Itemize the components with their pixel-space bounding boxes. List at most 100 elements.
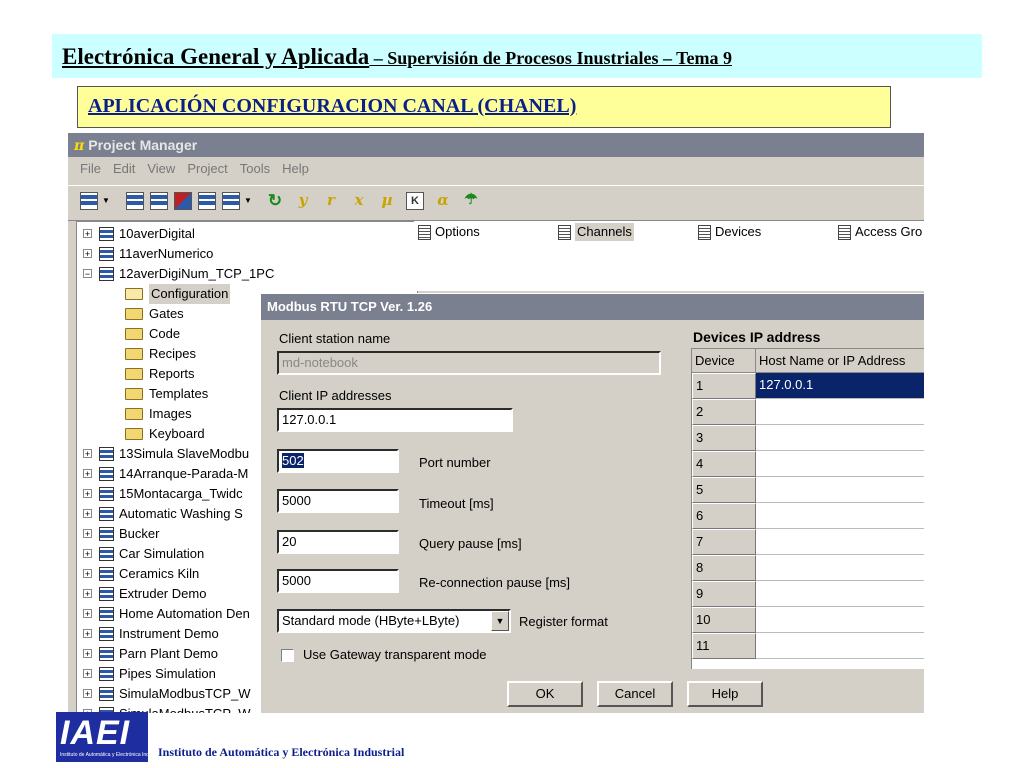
menu-tools[interactable]: Tools xyxy=(234,157,276,181)
expand-icon[interactable]: + xyxy=(83,649,92,659)
timeout-field[interactable]: 5000 xyxy=(277,489,399,513)
expand-icon[interactable]: + xyxy=(83,549,92,559)
box-icon[interactable]: K xyxy=(406,192,424,210)
device-host-cell[interactable] xyxy=(756,503,924,529)
copy-project-icon[interactable] xyxy=(198,192,216,210)
refresh-icon[interactable]: ↻ xyxy=(266,192,284,210)
project-icon xyxy=(99,687,114,701)
expand-icon[interactable]: + xyxy=(83,689,92,699)
expand-icon[interactable]: + xyxy=(83,509,92,519)
menu-file[interactable]: File xyxy=(68,157,107,181)
dialog-title: Modbus RTU TCP Ver. 1.26 xyxy=(261,294,924,320)
device-host-cell[interactable] xyxy=(756,529,924,555)
chevron-down-icon[interactable]: ▼ xyxy=(491,611,509,631)
config-item-access-gro[interactable]: Access Gro xyxy=(838,223,924,241)
tree-item-label: Car Simulation xyxy=(119,546,205,561)
tree-item-label: Parn Plant Demo xyxy=(119,646,218,661)
config-item-devices[interactable]: Devices xyxy=(698,223,818,241)
project-manager-window: π Project Manager File Edit View Project Tool… xyxy=(68,133,924,713)
delete-project-icon[interactable] xyxy=(174,192,192,210)
open-project-icon[interactable] xyxy=(150,192,168,210)
tree-item-label: Automatic Washing S xyxy=(119,506,243,521)
expand-icon[interactable]: + xyxy=(83,229,92,239)
slide-header: Electrónica General y Aplicada – Supervi… xyxy=(52,34,982,78)
device-host-cell[interactable] xyxy=(756,633,924,659)
tree-item-label: 14Arranque-Parada-M xyxy=(119,466,249,481)
chevron-down-icon[interactable]: ▼ xyxy=(244,196,252,205)
gateway-checkbox[interactable] xyxy=(281,649,294,662)
slide-header-main: Electrónica General y Aplicada xyxy=(62,44,370,69)
tree-item-label: Bucker xyxy=(119,526,160,541)
query-pause-field[interactable]: 20 xyxy=(277,530,399,554)
register-format-select[interactable]: Standard mode (HByte+LByte) ▼ xyxy=(277,609,511,633)
device-number-cell: 9 xyxy=(692,581,756,607)
devices-ip-table: Device Host Name or IP Address 1 127.0.0.… xyxy=(691,348,924,669)
tree-item-label: 12averDigiNum_TCP_1PC xyxy=(119,266,275,281)
client-station-field[interactable]: md-notebook xyxy=(277,351,661,375)
tool-mu-icon[interactable]: µ xyxy=(378,192,396,210)
tree-item-label: 10averDigital xyxy=(119,226,195,241)
export-project-icon[interactable] xyxy=(222,192,240,210)
tool-c-icon[interactable]: x xyxy=(350,192,368,210)
config-item-options[interactable]: Options xyxy=(418,223,538,241)
client-ip-field[interactable]: 127.0.0.1 xyxy=(277,408,513,432)
tree-item[interactable]: − 12averDigiNum_TCP_1PC xyxy=(77,264,417,284)
client-ip-label: Client IP addresses xyxy=(279,388,392,403)
menu-help[interactable]: Help xyxy=(276,157,315,181)
logo-subtext: Instituto de Automática y Electrónica In… xyxy=(60,752,163,758)
port-number-value: 502 xyxy=(282,453,304,468)
device-number-cell: 7 xyxy=(692,529,756,555)
pi-logo-icon: π xyxy=(74,138,85,154)
project-icon xyxy=(99,507,114,521)
device-host-cell[interactable] xyxy=(756,477,924,503)
device-host-cell[interactable] xyxy=(756,555,924,581)
config-item-label: Access Gro xyxy=(855,224,923,239)
tree-item-label: Templates xyxy=(149,386,209,401)
expand-icon[interactable]: + xyxy=(83,589,92,599)
device-host-cell[interactable] xyxy=(756,451,924,477)
device-host-cell[interactable] xyxy=(756,581,924,607)
menu-edit[interactable]: Edit xyxy=(107,157,141,181)
expand-icon[interactable]: + xyxy=(83,249,92,259)
device-host-cell[interactable] xyxy=(756,399,924,425)
expand-icon[interactable]: + xyxy=(83,529,92,539)
device-number-cell: 4 xyxy=(692,451,756,477)
device-host-cell[interactable] xyxy=(756,425,924,451)
expand-icon[interactable]: + xyxy=(83,669,92,679)
help-button[interactable]: Help xyxy=(687,681,763,707)
project-icon xyxy=(99,527,114,541)
expand-icon[interactable]: + xyxy=(83,449,92,459)
config-item-channels[interactable]: Channels xyxy=(558,223,678,241)
menu-project[interactable]: Project xyxy=(181,157,233,181)
collapse-icon[interactable]: − xyxy=(83,269,92,279)
port-number-field[interactable]: 502 xyxy=(277,449,399,473)
register-format-value: Standard mode (HByte+LByte) xyxy=(282,613,460,628)
expand-icon[interactable]: + xyxy=(83,569,92,579)
menu-view[interactable]: View xyxy=(141,157,181,181)
project-icon xyxy=(99,227,114,241)
tool-alpha-icon[interactable]: α xyxy=(434,192,452,210)
expand-icon[interactable]: + xyxy=(83,469,92,479)
tree-item-label: Gates xyxy=(149,306,184,321)
tree-item-label: Home Automation Den xyxy=(119,606,250,621)
query-pause-label: Query pause [ms] xyxy=(419,536,522,551)
reconnection-pause-field[interactable]: 5000 xyxy=(277,569,399,593)
expand-icon[interactable]: + xyxy=(83,629,92,639)
new-project-icon[interactable] xyxy=(126,192,144,210)
tool-b-icon[interactable]: r xyxy=(322,192,340,210)
device-host-cell[interactable] xyxy=(756,607,924,633)
ok-button[interactable]: OK xyxy=(507,681,583,707)
tree-item-label: Ceramics Kiln xyxy=(119,566,200,581)
cancel-button[interactable]: Cancel xyxy=(597,681,673,707)
chevron-down-icon[interactable]: ▼ xyxy=(102,196,110,205)
network-icon[interactable]: ☂ xyxy=(462,192,480,210)
project-icon[interactable] xyxy=(80,192,98,210)
tree-item[interactable]: +11averNumerico xyxy=(77,244,417,264)
device-host-cell[interactable]: 127.0.0.1 xyxy=(756,373,924,399)
tree-item[interactable]: +10averDigital xyxy=(77,224,417,244)
tool-a-icon[interactable]: y xyxy=(294,192,312,210)
project-icon xyxy=(99,447,114,461)
expand-icon[interactable]: + xyxy=(83,609,92,619)
app-title: Project Manager xyxy=(88,137,198,153)
expand-icon[interactable]: + xyxy=(83,489,92,499)
